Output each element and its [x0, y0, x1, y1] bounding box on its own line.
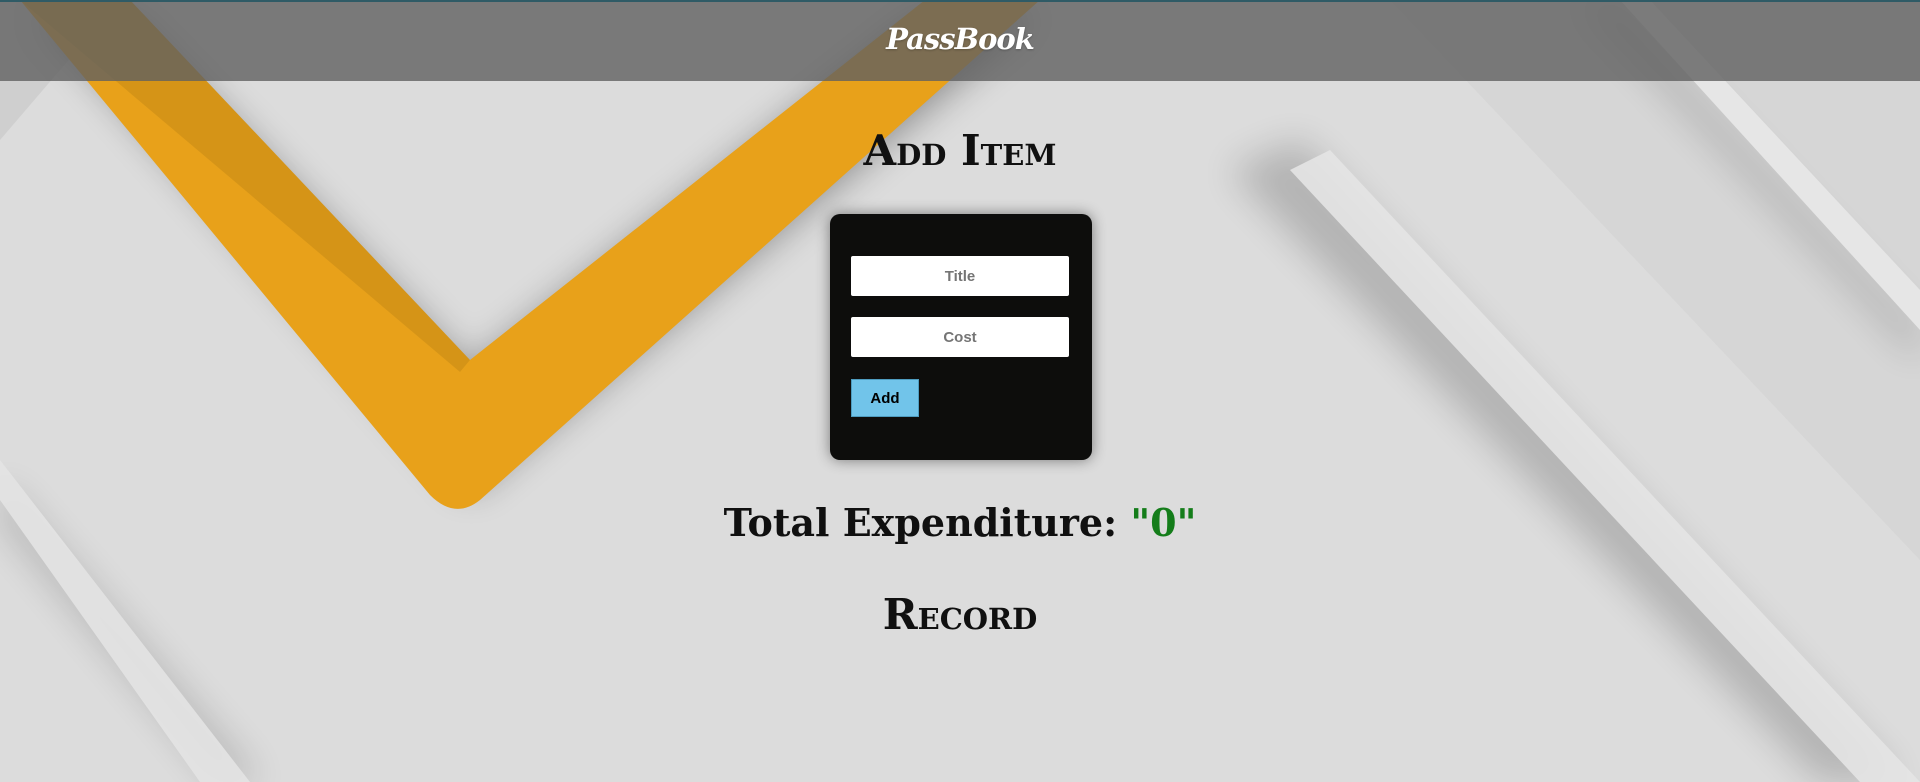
brand-logo[interactable]: PassBook: [0, 22, 1920, 56]
total-expenditure: Total Expenditure: "0": [0, 500, 1920, 545]
add-item-form: Add: [830, 214, 1092, 460]
top-accent-line: [0, 0, 1920, 2]
cost-input[interactable]: [851, 317, 1069, 357]
add-button[interactable]: Add: [851, 379, 919, 417]
title-input[interactable]: [851, 256, 1069, 296]
total-expenditure-label: Total Expenditure:: [723, 500, 1131, 545]
record-heading: Record: [882, 590, 1038, 639]
add-item-heading: Add Item: [863, 126, 1057, 175]
total-expenditure-value: "0": [1130, 500, 1197, 545]
app-header: PassBook: [0, 2, 1920, 81]
